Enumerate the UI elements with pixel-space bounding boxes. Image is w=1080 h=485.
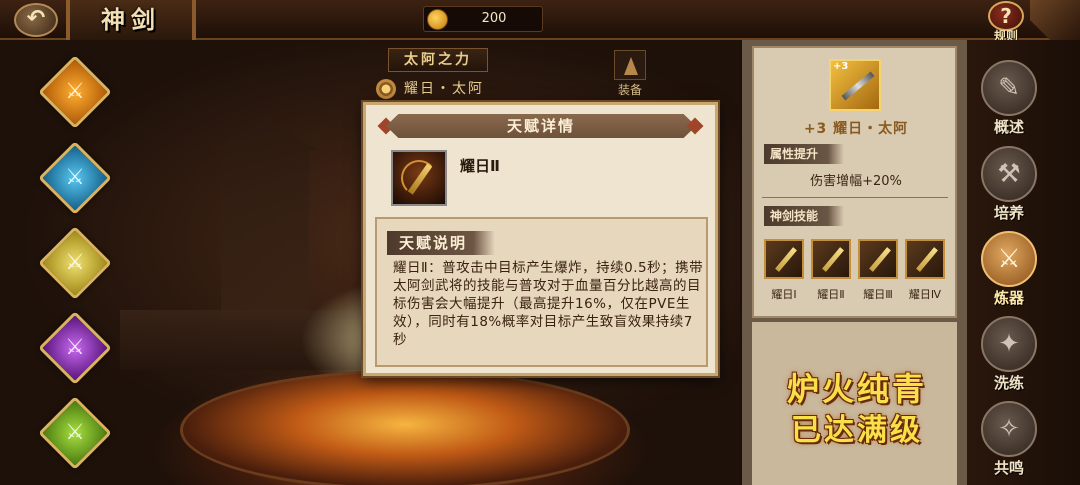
talent-detail-dialog: 天赋详情 耀日Ⅱ 天赋说明 耀日Ⅱ：普攻击中目标产生爆炸，持续0.5秒；携带太阿…	[363, 102, 718, 376]
currency-amount: 200	[481, 11, 507, 26]
currency-display: 200	[423, 6, 543, 32]
description-tag: 天赋说明	[387, 231, 495, 255]
talent-icon	[391, 150, 447, 206]
top-bar: ↶ 神剑 200 ? 规则	[0, 0, 1080, 43]
corner-ornament	[1030, 0, 1080, 40]
description-box: 天赋说明 耀日Ⅱ：普攻击中目标产生爆炸，持续0.5秒；携带太阿剑武将的技能与普攻…	[375, 217, 708, 367]
dialog-header: 天赋详情	[386, 114, 696, 138]
talent-name: 耀日Ⅱ	[460, 157, 500, 175]
rules-button[interactable]: ? 规则	[984, 0, 1028, 44]
back-button[interactable]: ↶	[14, 3, 58, 37]
description-text: 耀日Ⅱ：普攻击中目标产生爆炸，持续0.5秒；携带太阿剑武将的技能与普攻对于血量百…	[393, 260, 704, 348]
back-arrow-icon: ↶	[26, 6, 46, 31]
dialog-title: 天赋详情	[506, 117, 575, 135]
page-title: 神剑	[66, 0, 196, 40]
coin-icon	[427, 9, 448, 30]
